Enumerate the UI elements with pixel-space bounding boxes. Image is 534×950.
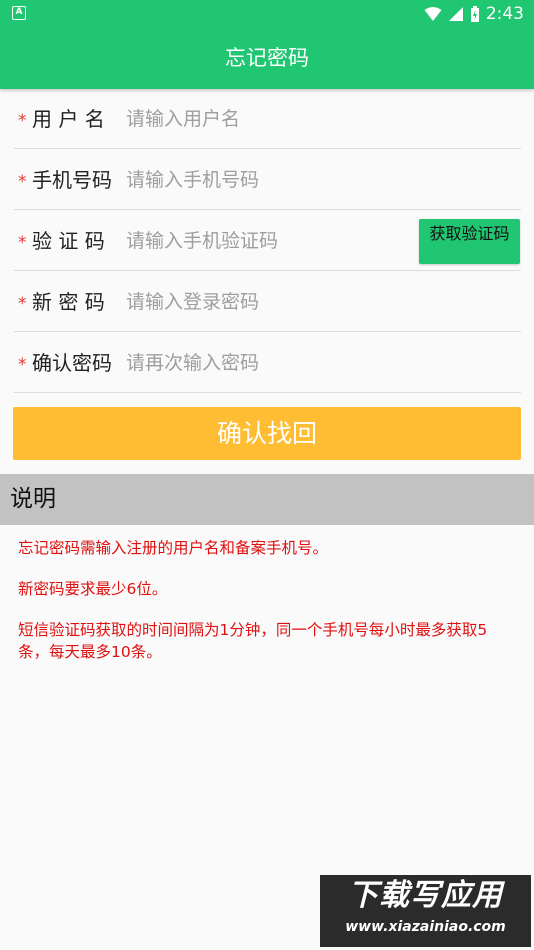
notification-letter: A — [15, 7, 23, 17]
confirm-password-input[interactable] — [126, 347, 416, 379]
required-marker: * — [18, 233, 27, 253]
phone-label: 手机号码 — [32, 168, 112, 192]
notification-icon: A — [12, 6, 26, 20]
required-marker: * — [18, 294, 27, 314]
new-password-row: * 新 密 码 — [14, 272, 521, 332]
notes-list: 忘记密码需输入注册的用户名和备案手机号。 新密码要求最少6位。 短信验证码获取的… — [18, 537, 518, 682]
notes-title: 说明 — [10, 486, 56, 512]
status-icons: 2:43 — [424, 3, 524, 25]
required-marker: * — [18, 172, 27, 192]
get-code-button[interactable]: 获取验证码 — [419, 219, 520, 264]
new-password-input[interactable] — [126, 286, 416, 318]
verification-code-row: * 验 证 码 获取验证码 — [14, 211, 521, 271]
required-marker: * — [18, 355, 27, 375]
verification-code-label: 验 证 码 — [32, 229, 105, 253]
note-item: 短信验证码获取的时间间隔为1分钟，同一个手机号每小时最多获取5条，每天最多10条… — [18, 621, 488, 661]
app-bar: 忘记密码 — [0, 28, 534, 89]
status-time: 2:43 — [485, 4, 524, 24]
page-title: 忘记密码 — [225, 46, 309, 70]
notes-header: 说明 — [0, 474, 534, 525]
new-password-label: 新 密 码 — [32, 290, 105, 314]
battery-icon — [470, 5, 479, 22]
confirm-recover-button[interactable]: 确认找回 — [13, 407, 521, 460]
note-item: 新密码要求最少6位。 — [18, 580, 168, 598]
phone-row: * 手机号码 — [14, 150, 521, 210]
watermark-logo: 下载写应用 www.xiazainiao.com — [320, 875, 531, 947]
username-input[interactable] — [126, 103, 416, 135]
status-bar: A 2:43 — [0, 0, 534, 28]
verification-code-input[interactable] — [126, 225, 416, 257]
note-item: 忘记密码需输入注册的用户名和备案手机号。 — [18, 539, 329, 557]
username-row: * 用 户 名 — [14, 89, 521, 149]
confirm-password-row: * 确认密码 — [14, 333, 521, 393]
username-label: 用 户 名 — [32, 107, 105, 131]
required-marker: * — [18, 111, 27, 131]
watermark-title: 下载写应用 — [348, 878, 503, 913]
phone-input[interactable] — [126, 164, 416, 196]
wifi-icon — [424, 7, 442, 21]
watermark-url: www.xiazainiao.com — [345, 919, 506, 935]
signal-icon — [448, 7, 463, 21]
confirm-password-label: 确认密码 — [32, 351, 112, 375]
